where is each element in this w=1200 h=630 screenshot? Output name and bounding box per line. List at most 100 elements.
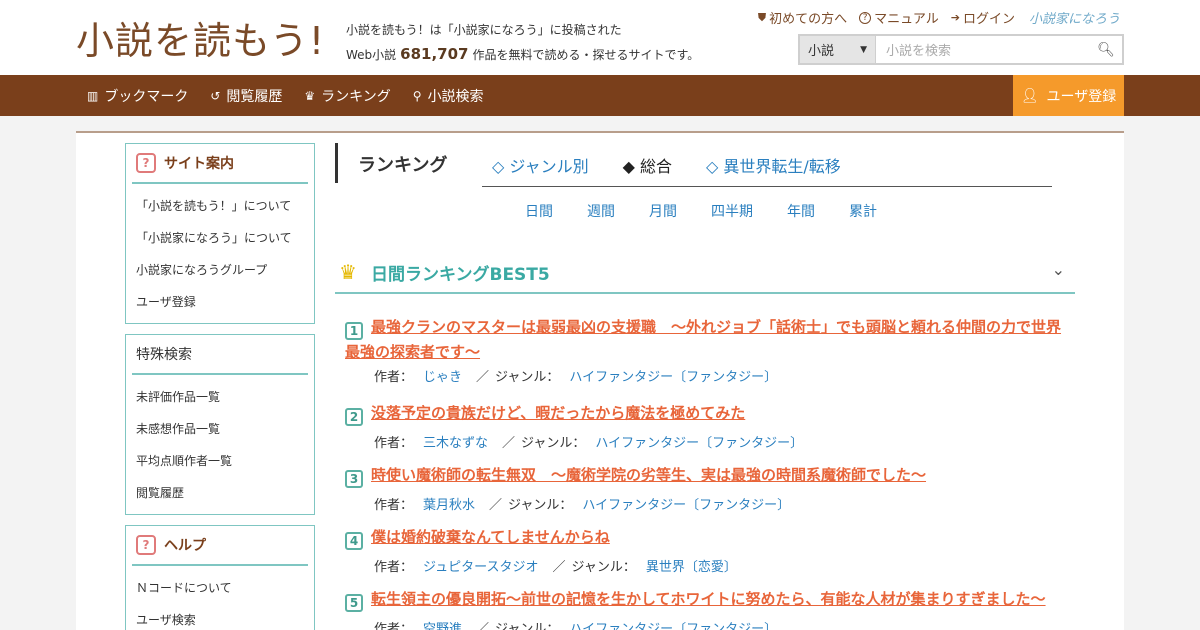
- novel-title-link[interactable]: 転生領主の優良開拓〜前世の記憶を生かしてホワイトに努めたら、有能な人材が集まりす…: [371, 590, 1046, 608]
- ranking-entry: 3 時使い魔術師の転生無双 ～魔術学院の劣等生、実は最強の時間系魔術師でした～ 作…: [345, 463, 1075, 513]
- author-label: 作者：: [374, 436, 414, 451]
- help-item[interactable]: ユーザ検索: [136, 604, 314, 630]
- special-search-item[interactable]: 平均点順作者一覧: [136, 445, 314, 477]
- login-link[interactable]: ➔ ログイン: [951, 8, 1015, 27]
- site-guide-box: ? サイト案内 「小説を読もう！」について 「小説家になろう」について 小説家にな…: [125, 143, 315, 324]
- period-weekly[interactable]: 週間: [587, 201, 615, 221]
- entry-meta: 作者： じゃき ／ ジャンル： ハイファンタジー〔ファンタジー〕: [345, 366, 1075, 385]
- special-search-item[interactable]: 未評価作品一覧: [136, 381, 314, 413]
- daily-best-title: 日間ランキングBEST5: [371, 265, 550, 285]
- entry-meta: 作者： 葉月秋水 ／ ジャンル： ハイファンタジー〔ファンタジー〕: [345, 494, 1075, 513]
- tagline-suffix: 作品を無料で読める・探せるサイトです。: [472, 48, 700, 62]
- period-daily[interactable]: 日間: [525, 201, 553, 221]
- page-margin-right: [1124, 116, 1200, 630]
- site-guide-item[interactable]: 「小説を読もう！」について: [136, 190, 314, 222]
- separator: ／: [476, 370, 490, 385]
- period-total[interactable]: 累計: [849, 201, 877, 221]
- separator: ／: [502, 436, 516, 451]
- manual-link-label: マニュアル: [874, 12, 939, 27]
- genre-link[interactable]: ハイファンタジー〔ファンタジー〕: [569, 622, 777, 630]
- search-bar: 小説 ▼ 小説を検索 🔍︎: [798, 34, 1124, 65]
- author-link[interactable]: 空野進: [423, 622, 462, 630]
- author-label: 作者：: [374, 560, 414, 575]
- period-links: 日間 週間 月間 四半期 年間 累計: [525, 201, 911, 221]
- nav-history[interactable]: ↺ 閲覧履歴: [210, 86, 282, 106]
- genre-label: ジャンル：: [521, 436, 586, 451]
- help-icon: ?: [136, 535, 156, 555]
- genre-link[interactable]: ハイファンタジー〔ファンタジー〕: [595, 436, 803, 451]
- register-button[interactable]: 👤︎ ユーザ登録: [1013, 75, 1124, 116]
- separator: ／: [489, 498, 503, 513]
- login-link-label: ログイン: [962, 12, 1015, 27]
- novel-title-link[interactable]: 僕は婚約破棄なんてしませんからね: [371, 528, 610, 546]
- site-header: 小説を読もう! 小説を読もう！は「小説家になろう」に投稿された Web小説 681…: [0, 0, 1200, 75]
- tagline-prefix: Web小説: [346, 48, 397, 62]
- beginners-link[interactable]: ⛊ 初めての方へ: [757, 8, 847, 28]
- ranking-title: ランキング: [358, 155, 448, 176]
- top-links: ⛊ 初めての方へ ? マニュアル ➔ ログイン 小説家になろう: [757, 8, 1120, 28]
- entry-meta: 作者： 三木なずな ／ ジャンル： ハイファンタジー〔ファンタジー〕: [345, 432, 1075, 451]
- tab-overall[interactable]: ◆ 総合: [623, 153, 672, 177]
- nav-search[interactable]: ⚲ 小説検索: [413, 86, 484, 106]
- tab-isekai[interactable]: ◇ 異世界転生/転移: [706, 153, 841, 177]
- rank-number: 5: [345, 594, 363, 612]
- period-monthly[interactable]: 月間: [649, 201, 677, 221]
- site-guide-item[interactable]: ユーザ登録: [136, 286, 314, 318]
- site-guide-item[interactable]: 「小説家になろう」について: [136, 222, 314, 254]
- search-button[interactable]: 🔍︎: [1090, 36, 1122, 63]
- search-icon: ⚲: [412, 88, 422, 103]
- author-link[interactable]: じゃき: [423, 370, 462, 385]
- nav-bookmark[interactable]: ▥ ブックマーク: [87, 86, 188, 106]
- period-yearly[interactable]: 年間: [787, 201, 815, 221]
- site-guide-item[interactable]: 小説家になろうグループ: [136, 254, 314, 286]
- site-logo[interactable]: 小説を読もう!: [76, 12, 325, 63]
- crown-icon: ♛: [304, 88, 316, 103]
- rank-number: 1: [345, 322, 363, 340]
- author-label: 作者：: [374, 498, 414, 513]
- genre-label: ジャンル：: [571, 560, 636, 575]
- narou-logo[interactable]: 小説家になろう: [1029, 8, 1120, 27]
- author-link[interactable]: ジュピタースタジオ: [423, 560, 538, 575]
- help-item[interactable]: Ｎコードについて: [136, 572, 314, 604]
- separator: ／: [476, 622, 490, 630]
- help-title: ヘルプ: [164, 538, 206, 554]
- search-type-value: 小説: [808, 44, 835, 59]
- tagline-line1: 小説を読もう！は「小説家になろう」に投稿された: [346, 23, 622, 37]
- register-button-label: ユーザ登録: [1046, 88, 1117, 105]
- novel-title-link[interactable]: 最強クランのマスターは最弱最凶の支援職 ～外れジョブ「話術士」でも頭脳と頼れる仲…: [345, 318, 1061, 361]
- special-search-title: 特殊検索: [136, 347, 192, 363]
- ranking-entry: 5 転生領主の優良開拓〜前世の記憶を生かしてホワイトに努めたら、有能な人材が集まり…: [345, 587, 1075, 630]
- manual-link[interactable]: ? マニュアル: [859, 8, 939, 27]
- author-link[interactable]: 三木なずな: [423, 436, 488, 451]
- history-icon: ↺: [210, 88, 221, 103]
- genre-link[interactable]: ハイファンタジー〔ファンタジー〕: [569, 370, 777, 385]
- page-margin-top: [76, 116, 1124, 131]
- search-type-select[interactable]: 小説 ▼: [800, 36, 876, 63]
- genre-label: ジャンル：: [495, 622, 560, 630]
- chevron-down-icon[interactable]: ⌄: [1052, 260, 1065, 279]
- site-guide-header: ? サイト案内: [132, 144, 308, 184]
- author-label: 作者：: [374, 370, 414, 385]
- daily-best-header[interactable]: ♛ 日間ランキングBEST5 ⌄: [335, 256, 1075, 294]
- genre-link[interactable]: ハイファンタジー〔ファンタジー〕: [582, 498, 790, 513]
- author-link[interactable]: 葉月秋水: [423, 498, 475, 513]
- genre-label: ジャンル：: [495, 370, 560, 385]
- site-guide-list: 「小説を読もう！」について 「小説家になろう」について 小説家になろうグループ …: [126, 184, 314, 324]
- nav-items: ▥ ブックマーク ↺ 閲覧履歴 ♛ ランキング ⚲ 小説検索: [87, 75, 484, 116]
- separator: ／: [552, 560, 566, 575]
- tagline-line2: Web小説 681,707 作品を無料で読める・探せるサイトです。: [346, 42, 699, 67]
- special-search-item[interactable]: 未感想作品一覧: [136, 413, 314, 445]
- search-icon: 🔍︎: [1097, 41, 1115, 58]
- special-search-list: 未評価作品一覧 未感想作品一覧 平均点順作者一覧 閲覧履歴: [126, 375, 314, 515]
- novel-title-link[interactable]: 時使い魔術師の転生無双 ～魔術学院の劣等生、実は最強の時間系魔術師でした～: [371, 466, 926, 484]
- special-search-item[interactable]: 閲覧履歴: [136, 477, 314, 509]
- shield-icon: ⛊: [757, 10, 767, 24]
- nav-ranking[interactable]: ♛ ランキング: [304, 86, 390, 106]
- genre-link[interactable]: 異世界〔恋愛〕: [646, 560, 737, 575]
- nav-bookmark-label: ブックマーク: [104, 88, 189, 105]
- search-input[interactable]: 小説を検索: [876, 36, 1090, 63]
- period-quarterly[interactable]: 四半期: [711, 201, 753, 221]
- novel-title-link[interactable]: 没落予定の貴族だけど、暇だったから魔法を極めてみた: [371, 404, 745, 422]
- tab-genre[interactable]: ◇ ジャンル別: [492, 153, 589, 177]
- site-guide-title: サイト案内: [164, 156, 234, 172]
